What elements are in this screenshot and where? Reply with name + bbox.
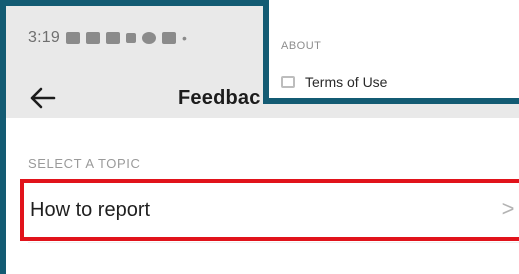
tiktok-icon xyxy=(125,33,136,43)
terms-of-use-item[interactable]: Terms of Use xyxy=(281,70,387,94)
back-arrow-icon xyxy=(30,87,56,109)
message-icon xyxy=(105,32,120,44)
topic-label: How to report xyxy=(30,198,151,221)
about-section-label: ABOUT xyxy=(281,40,322,52)
notification-icon xyxy=(141,32,156,44)
overlay-card: ABOUT Terms of Use xyxy=(263,0,519,104)
terms-of-use-label: Terms of Use xyxy=(305,74,388,90)
more-dot-icon: • xyxy=(181,30,187,46)
gallery-icon xyxy=(85,32,100,44)
linkedin-icon xyxy=(161,32,176,44)
document-icon xyxy=(281,76,295,88)
chevron-right-icon: > xyxy=(501,196,515,221)
app-bar: Feedbac xyxy=(26,78,286,118)
status-icons: • xyxy=(65,30,187,46)
page-title: Feedbac xyxy=(178,86,261,109)
settings-icon xyxy=(65,32,80,44)
row-divider xyxy=(28,242,519,243)
topic-how-to-report[interactable]: How to report > xyxy=(20,179,519,241)
status-time: 3:19 xyxy=(28,29,60,46)
back-button[interactable] xyxy=(26,81,60,115)
section-label: SELECT A TOPIC xyxy=(28,156,141,171)
status-bar: 3:19 • xyxy=(28,24,187,52)
